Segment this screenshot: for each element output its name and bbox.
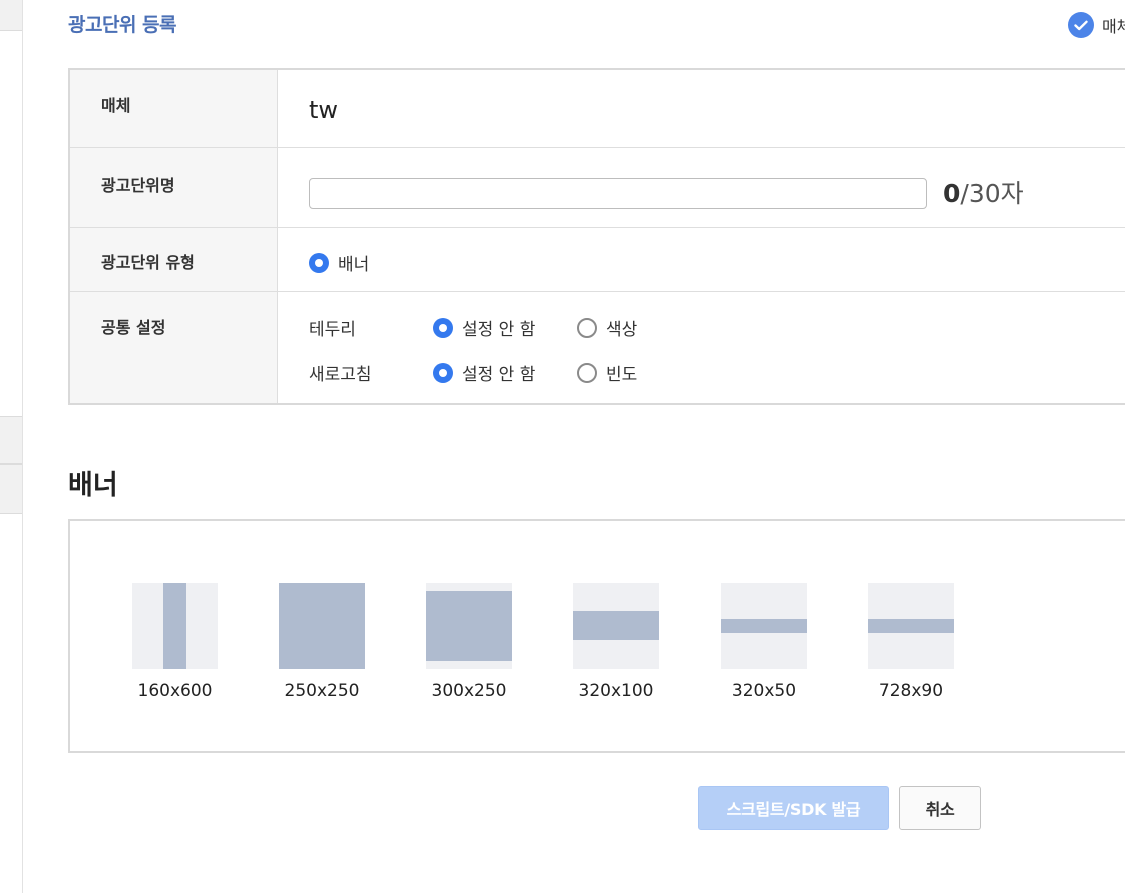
refresh-frequency-label: 빈도 (606, 365, 638, 385)
left-sidebar (0, 0, 23, 893)
refresh-none-radio[interactable]: 설정 안 함 (433, 360, 535, 385)
banner-size-160x600-thumb[interactable] (132, 583, 218, 669)
unit-type-option-label: 배너 (338, 255, 370, 275)
radio-unselected-icon (577, 317, 597, 338)
form-row-unit-name: 광고단위명 0/30자 (70, 148, 1125, 228)
media-value: tw (309, 96, 339, 124)
radio-selected-icon (309, 252, 329, 273)
banner-size-list: 160x600 250x250 300x250 320x100 320x50 7… (68, 519, 1125, 753)
unit-name-input[interactable] (309, 178, 927, 209)
banner-size-label: 320x100 (578, 681, 654, 701)
unit-type-label: 광고단위 유형 (70, 228, 278, 291)
radio-selected-icon (433, 317, 453, 338)
banner-size-label: 300x250 (431, 681, 507, 701)
radio-unselected-icon (577, 362, 597, 383)
border-none-radio[interactable]: 설정 안 함 (433, 315, 535, 340)
cancel-button[interactable]: 취소 (899, 786, 981, 830)
banner-size-label: 320x50 (731, 681, 797, 701)
border-color-label: 색상 (606, 320, 638, 340)
sidebar-menu-item[interactable] (0, 0, 22, 31)
page-title: 광고단위 등록 (68, 14, 177, 36)
form-row-common-settings: 공통 설정 테두리 설정 안 함 색상 새로고침 설정 안 함 빈도 (70, 292, 1125, 403)
media-checkbox-label: 매체 (1102, 17, 1125, 36)
banner-size-250x250-thumb[interactable] (279, 583, 365, 669)
unit-type-banner-radio[interactable]: 배너 (309, 250, 369, 275)
check-icon (1068, 12, 1094, 38)
banner-size-320x50-thumb[interactable] (721, 583, 807, 669)
banner-size-label: 160x600 (137, 681, 213, 701)
unit-name-label: 광고단위명 (70, 148, 278, 227)
radio-selected-icon (433, 362, 453, 383)
banner-size-320x100-thumb[interactable] (573, 583, 659, 669)
refresh-frequency-radio[interactable]: 빈도 (577, 360, 637, 385)
sidebar-menu-item[interactable] (0, 416, 22, 464)
refresh-label: 새로고침 (309, 365, 372, 385)
banner-size-label: 728x90 (878, 681, 944, 701)
sidebar-menu-item[interactable] (0, 464, 22, 514)
issue-script-sdk-button[interactable]: 스크립트/SDK 발급 (698, 786, 889, 830)
common-settings-label: 공통 설정 (70, 292, 278, 403)
char-count-max: /30자 (960, 179, 1024, 208)
char-count-current: 0 (943, 179, 961, 208)
border-none-label: 설정 안 함 (462, 320, 536, 340)
banner-size-300x250-thumb[interactable] (426, 583, 512, 669)
media-checkbox[interactable]: 매체 (1068, 12, 1125, 38)
border-color-radio[interactable]: 색상 (577, 315, 637, 340)
refresh-none-label: 설정 안 함 (462, 365, 536, 385)
ad-unit-form: 매체 tw 광고단위명 0/30자 광고단위 유형 배너 공통 설정 테두리 설… (68, 68, 1125, 405)
char-counter: 0/30자 (943, 174, 1024, 210)
border-label: 테두리 (309, 320, 356, 340)
banner-size-728x90-thumb[interactable] (868, 583, 954, 669)
media-label: 매체 (70, 70, 278, 147)
banner-size-label: 250x250 (284, 681, 360, 701)
form-row-media: 매체 tw (70, 70, 1125, 148)
form-row-unit-type: 광고단위 유형 배너 (70, 228, 1125, 292)
banner-section-title: 배너 (68, 470, 118, 501)
